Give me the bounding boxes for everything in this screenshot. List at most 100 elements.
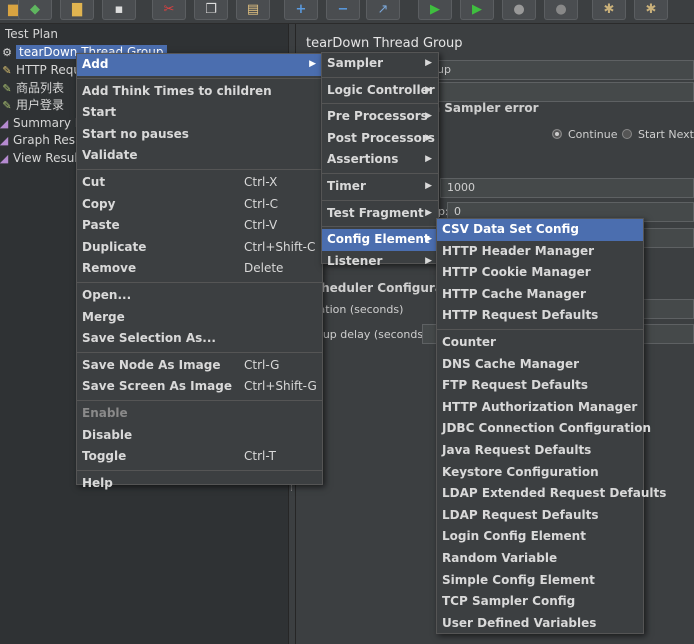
open-icon[interactable]: ▇ [60,0,94,20]
menu-item-ldap-request-defaults[interactable]: LDAP Request Defaults [437,505,643,527]
menu-item-copy[interactable]: Copy Ctrl-C [77,194,322,216]
menu-item-toggle[interactable]: Toggle Ctrl-T [77,446,322,468]
menu-item-ldap-extended-request-defaults[interactable]: LDAP Extended Request Defaults [437,483,666,505]
collapse-icon[interactable]: − [326,0,360,20]
expand-icon[interactable]: + [284,0,318,20]
menu-item-config-element[interactable]: Config Element ▶ [322,229,438,251]
arrow-right-icon: ▶ [425,58,432,68]
pencil-icon: ✎ [2,82,12,95]
clear-icon[interactable]: ✱ [592,0,626,20]
menu-item-cut[interactable]: Cut Ctrl-X [77,172,322,194]
menu-item-duplicate[interactable]: Duplicate Ctrl+Shift-C [77,237,322,259]
pencil-icon: ✎ [2,99,12,112]
tree-node-http-request[interactable]: ✎ HTTP Requ [0,62,81,79]
duration-label: ration (seconds) [314,303,404,316]
menu-item-http-header-manager[interactable]: HTTP Header Manager [437,241,643,263]
menu-item-remove[interactable]: Remove Delete [77,258,322,280]
menu-item-http-authorization-manager[interactable]: HTTP Authorization Manager [437,397,643,419]
toolbar: ▆ ◆ ▇ ▪ ✂ ❐ ▤ + − ↗ ▶ ▶ ● ● ✱ ✱ [0,0,694,24]
menu-item-random-variable[interactable]: Random Variable [437,548,643,570]
menu-item-merge[interactable]: Merge [77,307,322,329]
arrow-right-icon: ▶ [425,84,432,95]
menu-item-pre-processors[interactable]: Pre Processors ▶ [322,106,438,128]
menu-item-listener[interactable]: Listener ▶ [322,251,438,273]
config-element-submenu: CSV Data Set Config HTTP Header Manager … [436,218,666,635]
arrow-right-icon: ▶ [425,255,432,266]
menu-item-sampler[interactable]: Sampler ▶ [322,53,438,75]
name-field[interactable]: up [430,60,694,80]
threads-field[interactable]: 1000 [440,178,694,198]
continue-radio[interactable]: Continue [552,128,617,141]
menu-item-open[interactable]: Open... [77,285,322,307]
templates-icon[interactable]: ◆ [18,0,52,20]
report-icon: ◢ [0,134,9,147]
menu-item-http-request-defaults[interactable]: HTTP Request Defaults [437,305,643,327]
menu-item-simple-config-element[interactable]: Simple Config Element [437,570,643,592]
cut-icon[interactable]: ✂ [152,0,186,20]
tree-node-graph-results[interactable]: ◢ Graph Resul [0,132,86,149]
stop-icon[interactable]: ● [502,0,536,20]
arrow-right-icon: ▶ [425,111,432,122]
start-next-radio[interactable]: Start Next T [622,128,694,141]
menu-item-paste[interactable]: Paste Ctrl-V [77,215,322,237]
arrow-right-icon: ▶ [425,180,432,191]
menu-item-timer[interactable]: Timer ▶ [322,176,438,198]
comments-field[interactable] [430,82,694,102]
menu-item-save-selection[interactable]: Save Selection As... [77,328,322,350]
scheduler-label: cheduler Configurati [314,281,453,295]
save-icon[interactable]: ▪ [102,0,136,20]
menu-item-csv-data-set-config[interactable]: CSV Data Set Config [437,219,643,241]
startup-delay-label: rtup delay (seconds) [314,328,428,341]
arrow-right-icon: ▶ [425,207,432,218]
menu-item-disable[interactable]: Disable [77,425,322,447]
menu-item-user-defined-variables[interactable]: User Defined Variables [437,613,643,635]
arrow-right-icon: ▶ [425,132,432,143]
gear-icon: ⚙ [2,46,12,59]
menu-item-counter[interactable]: Counter [437,332,643,354]
menu-item-dns-cache-manager[interactable]: DNS Cache Manager [437,354,643,376]
paste-icon[interactable]: ▤ [236,0,270,20]
menu-item-save-screen-image[interactable]: Save Screen As Image Ctrl+Shift-G [77,376,322,398]
menu-item-http-cache-manager[interactable]: HTTP Cache Manager [437,284,643,306]
start-icon[interactable]: ▶ [418,0,452,20]
tree-node-test-plan[interactable]: Test Plan [5,26,58,43]
on-error-label: a Sampler error [432,101,539,115]
menu-item-post-processors[interactable]: Post Processors ▶ [322,128,438,150]
report-icon: ◢ [0,117,9,130]
context-menu: Add ▶ Add Think Times to children Start S… [76,53,323,490]
report-icon: ◢ [0,152,9,165]
tree-node-product-list[interactable]: ✎ 商品列表 [0,80,64,97]
radio-selected-icon [552,129,562,139]
menu-item-login-config-element[interactable]: Login Config Element [437,526,643,548]
menu-item-http-cookie-manager[interactable]: HTTP Cookie Manager [437,262,643,284]
menu-item-keystore-configuration[interactable]: Keystore Configuration [437,462,643,484]
menu-item-test-fragment[interactable]: Test Fragment ▶ [322,203,438,225]
pencil-icon: ✎ [2,64,12,77]
menu-item-jdbc-connection-configuration[interactable]: JDBC Connection Configuration [437,418,651,440]
menu-item-add-think-times[interactable]: Add Think Times to children [77,81,322,103]
toggle-icon[interactable]: ↗ [366,0,400,20]
copy-icon[interactable]: ❐ [194,0,228,20]
menu-item-start[interactable]: Start [77,102,322,124]
menu-item-assertions[interactable]: Assertions ▶ [322,149,438,171]
panel-title: tearDown Thread Group [306,36,463,51]
menu-item-start-no-pauses[interactable]: Start no pauses [77,124,322,146]
menu-item-help[interactable]: Help [77,473,322,495]
arrow-right-icon: ▶ [309,59,316,69]
menu-item-java-request-defaults[interactable]: Java Request Defaults [437,440,643,462]
menu-item-add[interactable]: Add ▶ [77,54,322,76]
shutdown-icon[interactable]: ● [544,0,578,20]
menu-item-ftp-request-defaults[interactable]: FTP Request Defaults [437,375,643,397]
menu-item-validate[interactable]: Validate [77,145,322,167]
add-submenu: Sampler ▶ Logic Controller ▶ Pre Processor… [321,52,439,268]
clear-all-icon[interactable]: ✱ [634,0,668,20]
menu-item-enable[interactable]: Enable [77,403,322,425]
arrow-right-icon: ▶ [425,234,432,245]
radio-icon [622,129,632,139]
start-no-pause-icon[interactable]: ▶ [460,0,494,20]
menu-item-save-node-image[interactable]: Save Node As Image Ctrl-G [77,355,322,377]
menu-item-logic-controller[interactable]: Logic Controller ▶ [322,80,438,102]
menu-item-tcp-sampler-config[interactable]: TCP Sampler Config [437,591,643,613]
arrow-right-icon: ▶ [425,154,432,165]
tree-node-user-login[interactable]: ✎ 用户登录 [0,97,64,114]
